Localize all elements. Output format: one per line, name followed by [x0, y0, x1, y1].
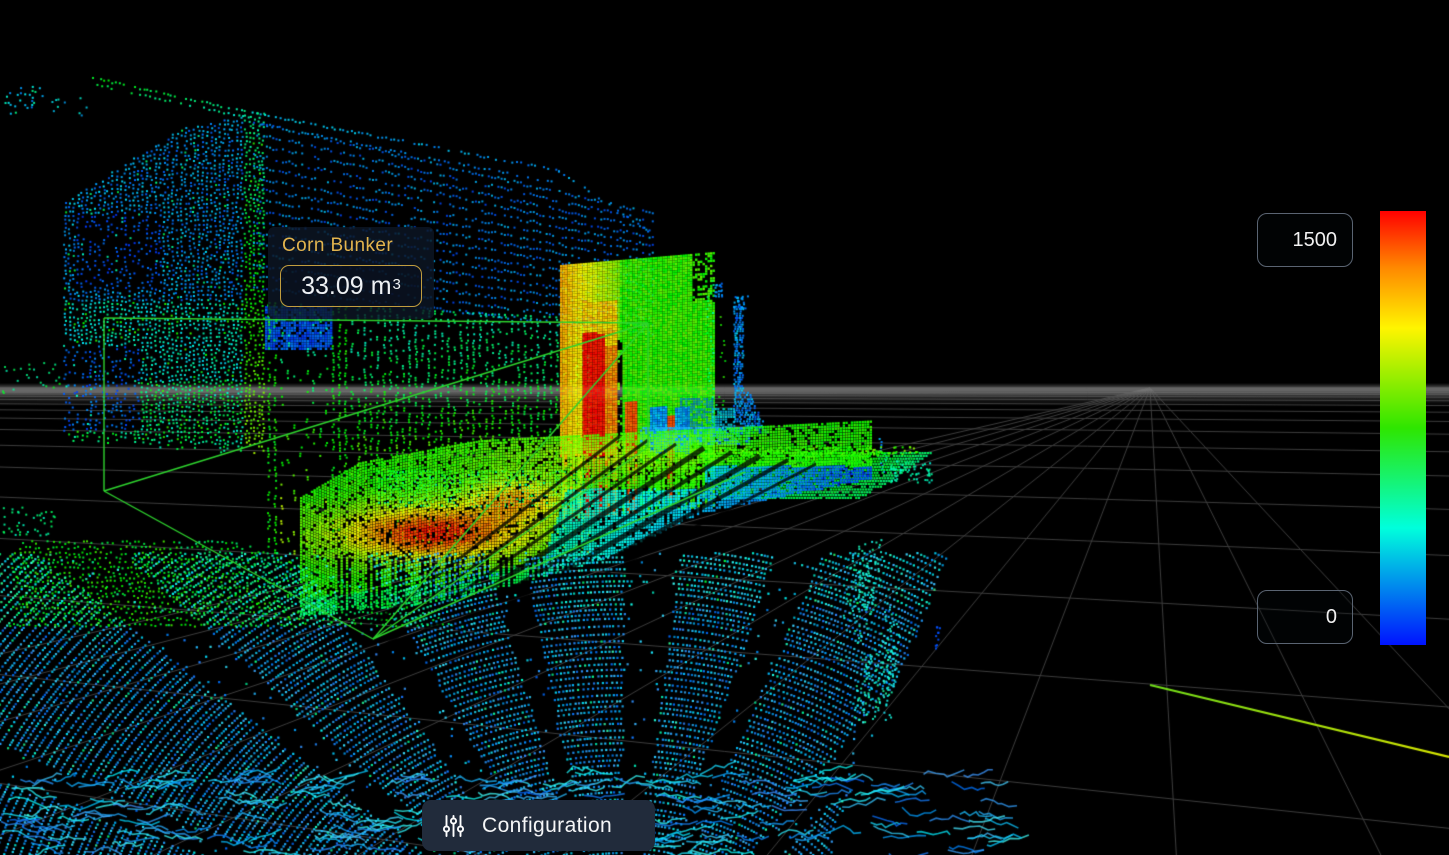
scale-min-value: 0 — [1326, 606, 1337, 629]
volume-unit-exponent: 3 — [393, 276, 401, 293]
height-colorbar — [1380, 211, 1426, 645]
region-title: Corn Bunker — [282, 235, 422, 257]
configuration-button[interactable]: Configuration — [422, 800, 655, 851]
configuration-label: Configuration — [482, 814, 612, 838]
pointcloud-app: Corn Bunker 33.09m3 1500 0 Configuration — [0, 0, 1449, 855]
sliders-icon — [442, 814, 465, 838]
pointcloud-viewport[interactable] — [0, 0, 1449, 855]
scale-min-input[interactable]: 0 — [1257, 590, 1353, 644]
scale-max-value: 1500 — [1293, 229, 1338, 252]
volume-tooltip: Corn Bunker 33.09m3 — [268, 227, 434, 319]
volume-value-box: 33.09m3 — [280, 265, 422, 307]
volume-unit: m — [371, 272, 392, 301]
volume-value: 33.09 — [301, 272, 364, 301]
scale-max-input[interactable]: 1500 — [1257, 213, 1353, 267]
